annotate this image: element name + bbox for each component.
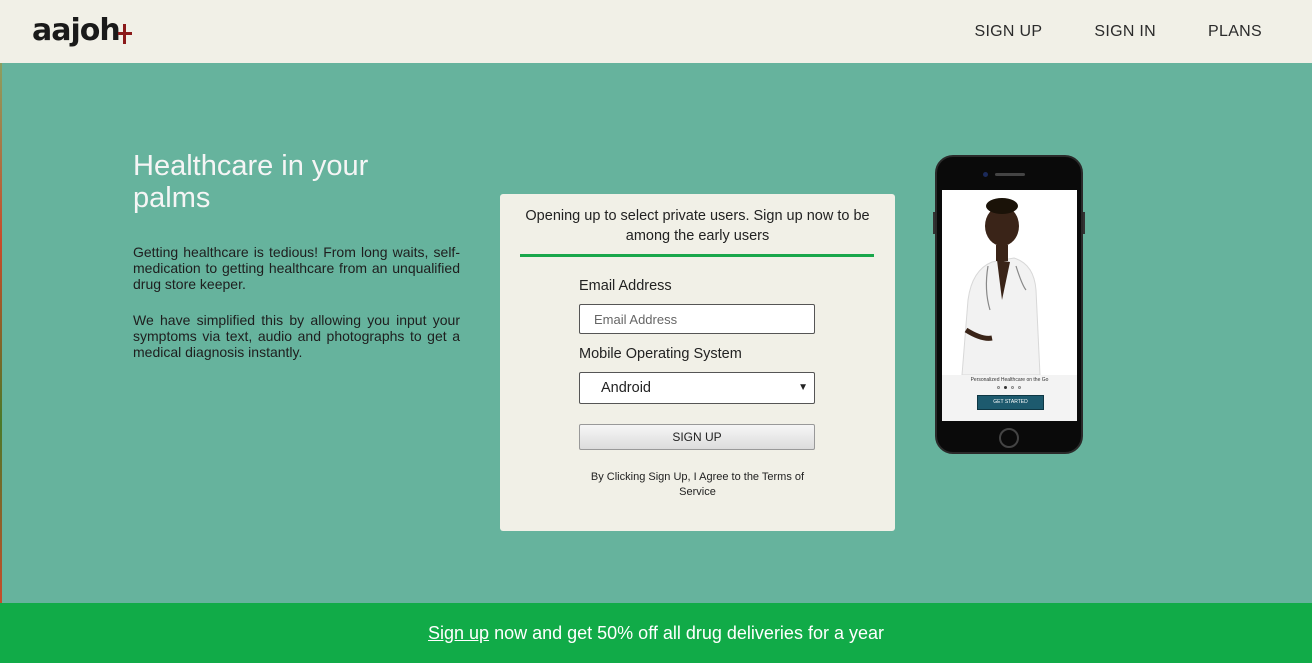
hero-title: Healthcare in your palms [133, 150, 369, 214]
dropdown-caret-icon: ▼ [798, 382, 808, 393]
camera-icon [983, 172, 988, 177]
heading-divider [520, 254, 874, 257]
phone-mockup: Personalized Healthcare on the Go GET ST… [933, 155, 1085, 454]
top-nav: SIGN UP SIGN IN PLANS [974, 0, 1262, 63]
home-button-icon [999, 428, 1019, 448]
phone-caption: Personalized Healthcare on the Go GET ST… [942, 375, 1077, 421]
os-select-value: Android [601, 380, 651, 396]
signup-button[interactable]: SIGN UP [579, 424, 815, 450]
email-input[interactable] [579, 304, 815, 334]
nav-signup-link[interactable]: SIGN UP [974, 23, 1042, 41]
doctor-image [942, 190, 1077, 375]
logo-plus-icon [117, 10, 132, 50]
phone-tagline: Personalized Healthcare on the Go [970, 377, 1049, 383]
get-started-button: GET STARTED [977, 395, 1044, 410]
header: aajoh SIGN UP SIGN IN PLANS [0, 0, 1312, 63]
signup-card-heading: Opening up to select private users. Sign… [525, 208, 870, 244]
logo[interactable]: aajoh [32, 10, 132, 50]
carousel-dots [997, 386, 1021, 389]
nav-plans-link[interactable]: PLANS [1208, 23, 1262, 41]
os-label: Mobile Operating System [579, 346, 742, 362]
terms-text: By Clicking Sign Up, I Agree to the Term… [590, 471, 805, 498]
promo-text: now and get 50% off all drug deliveries … [489, 623, 884, 643]
os-select[interactable]: Android ▼ [579, 372, 815, 404]
speaker-icon [995, 173, 1025, 176]
nav-signin-link[interactable]: SIGN IN [1094, 23, 1156, 41]
left-edge-stripe [0, 63, 2, 603]
hero-paragraph-1: Getting healthcare is tedious! From long… [133, 244, 460, 292]
phone-screen: Personalized Healthcare on the Go GET ST… [942, 190, 1077, 421]
logo-text: aajoh [32, 12, 121, 48]
hero-paragraph-2: We have simplified this by allowing you … [133, 312, 460, 360]
email-label: Email Address [579, 278, 672, 294]
promo-signup-link[interactable]: Sign up [428, 623, 489, 643]
signup-card: Opening up to select private users. Sign… [500, 194, 895, 531]
promo-banner: Sign up now and get 50% off all drug del… [0, 603, 1312, 663]
